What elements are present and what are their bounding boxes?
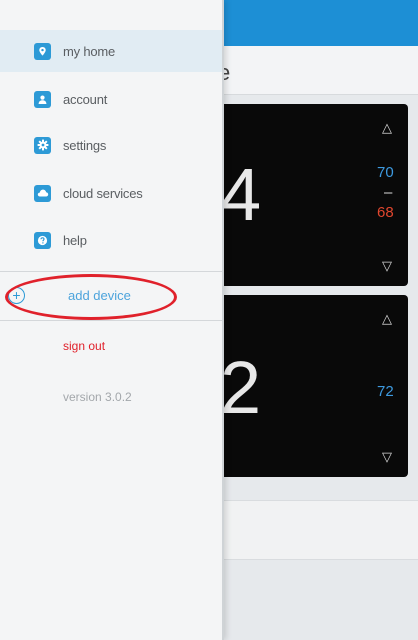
- increase-arrow-icon[interactable]: △: [382, 311, 392, 327]
- menu-item-settings[interactable]: settings: [0, 125, 222, 165]
- menu-item-my-home[interactable]: my home: [0, 31, 222, 71]
- menu-item-cloud-services[interactable]: cloud services: [0, 173, 222, 213]
- menu-item-help[interactable]: help: [0, 220, 222, 260]
- cloud-icon: [34, 184, 51, 202]
- menu-item-account[interactable]: account: [0, 79, 222, 119]
- thermostat-card-1[interactable]: △ 4 70 – 68 ▽: [212, 104, 408, 286]
- heat-setpoint: 68: [377, 204, 394, 221]
- question-icon: [34, 231, 51, 249]
- decrease-arrow-icon[interactable]: ▽: [382, 258, 392, 274]
- navigation-drawer: my home account settings cloud services …: [0, 0, 224, 640]
- menu-item-label: my home: [63, 43, 116, 59]
- person-icon: [34, 90, 51, 108]
- menu-divider: [0, 320, 222, 321]
- menu-item-label: cloud services: [63, 185, 143, 201]
- gear-icon: [34, 136, 51, 154]
- location-pin-icon: [34, 42, 51, 60]
- cool-setpoint: 70: [377, 164, 394, 181]
- current-temperature: 2: [220, 346, 262, 429]
- thermostat-card-2[interactable]: △ 2 72 ▽: [212, 295, 408, 477]
- background-list-row: [212, 500, 418, 560]
- menu-item-label: settings: [63, 137, 107, 153]
- menu-divider: [0, 271, 222, 272]
- current-temperature: 4: [220, 153, 262, 236]
- annotation-circle: [5, 274, 177, 320]
- decrease-arrow-icon[interactable]: ▽: [382, 449, 392, 465]
- menu-item-label: account: [63, 91, 108, 107]
- cool-setpoint: 72: [377, 383, 394, 400]
- setpoint-separator: –: [384, 184, 393, 201]
- menu-item-label: help: [63, 232, 87, 248]
- increase-arrow-icon[interactable]: △: [382, 120, 392, 136]
- sign-out-link[interactable]: sign out: [63, 339, 105, 353]
- version-label: version 3.0.2: [63, 390, 132, 404]
